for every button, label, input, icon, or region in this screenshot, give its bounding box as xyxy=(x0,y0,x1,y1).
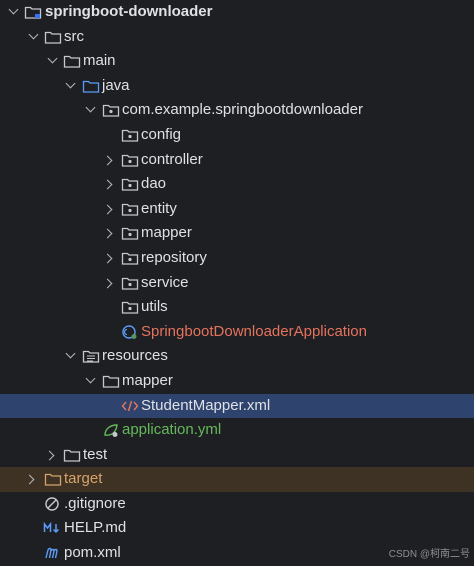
tree-node-utils[interactable]: utils xyxy=(0,295,474,320)
chevron-down-icon[interactable] xyxy=(65,348,76,359)
chevron-right-icon[interactable] xyxy=(102,155,113,166)
tree-node-label: controller xyxy=(141,150,203,168)
chevron-right-icon[interactable] xyxy=(24,474,35,485)
tree-node-label: service xyxy=(141,273,189,291)
tree-node-label: entity xyxy=(141,199,177,217)
tree-node-java[interactable]: java xyxy=(0,74,474,99)
folder-icon xyxy=(63,53,81,69)
source-root-folder-icon xyxy=(82,78,100,94)
tree-node-label: mapper xyxy=(122,371,173,389)
chevron-down-icon[interactable] xyxy=(85,373,96,384)
resources-folder-icon xyxy=(82,348,100,364)
tree-node-label: com.example.springbootdownloader xyxy=(122,101,363,119)
tree-node-label: utils xyxy=(141,298,168,316)
chevron-down-icon[interactable] xyxy=(65,78,76,89)
tree-node-label: SpringbootDownloaderApplication xyxy=(141,322,367,340)
chevron-right-icon[interactable] xyxy=(102,179,113,190)
tree-node-application-yml[interactable]: application.yml xyxy=(0,418,474,443)
tree-node-label: test xyxy=(83,445,108,463)
tree-node-entity[interactable]: entity xyxy=(0,197,474,222)
tree-node-application-class[interactable]: SpringbootDownloaderApplication xyxy=(0,320,474,345)
folder-icon xyxy=(44,29,62,45)
tree-node-help-md[interactable]: HELP.md xyxy=(0,516,474,541)
tree-node-label: mapper xyxy=(141,224,192,242)
package-icon xyxy=(121,225,139,241)
package-icon xyxy=(121,127,139,143)
chevron-right-icon[interactable] xyxy=(102,204,113,215)
tree-node-package[interactable]: com.example.springbootdownloader xyxy=(0,98,474,123)
package-icon xyxy=(121,176,139,192)
maven-file-icon xyxy=(44,545,62,561)
tree-node-gitignore[interactable]: .gitignore xyxy=(0,492,474,517)
tree-node-label: HELP.md xyxy=(64,519,127,537)
tree-node-main[interactable]: main xyxy=(0,49,474,74)
tree-node-service[interactable]: service xyxy=(0,271,474,296)
folder-icon xyxy=(63,447,81,463)
tree-node-resources[interactable]: resources xyxy=(0,344,474,369)
tree-node-src[interactable]: src xyxy=(0,25,474,50)
tree-node-label: java xyxy=(102,76,130,94)
tree-node-dao[interactable]: dao xyxy=(0,172,474,197)
tree-node-label: springboot-downloader xyxy=(45,3,213,20)
package-icon xyxy=(121,299,139,315)
tree-node-label: dao xyxy=(141,175,167,193)
chevron-down-icon[interactable] xyxy=(85,102,96,113)
tree-node-label: StudentMapper.xml xyxy=(141,396,271,414)
package-icon xyxy=(121,201,139,217)
chevron-right-icon[interactable] xyxy=(102,253,113,264)
tree-node-repository[interactable]: repository xyxy=(0,246,474,271)
chevron-right-icon[interactable] xyxy=(44,450,55,461)
excluded-folder-icon xyxy=(44,471,62,487)
xml-file-icon xyxy=(121,398,139,414)
tree-node-label: .gitignore xyxy=(64,494,126,512)
ignore-file-icon xyxy=(44,496,62,512)
tree-node-mapper[interactable]: mapper xyxy=(0,221,474,246)
tree-node-resources-mapper[interactable]: mapper xyxy=(0,369,474,394)
chevron-right-icon[interactable] xyxy=(102,228,113,239)
package-icon xyxy=(102,102,120,118)
package-icon xyxy=(121,152,139,168)
tree-node-label: repository xyxy=(141,248,207,266)
spring-boot-class-icon xyxy=(121,324,139,340)
tree-node-student-mapper[interactable]: StudentMapper.xml xyxy=(0,393,474,419)
chevron-down-icon[interactable] xyxy=(28,29,39,40)
tree-node-controller[interactable]: controller xyxy=(0,148,474,173)
tree-node-label: src xyxy=(64,27,84,45)
tree-node-label: target xyxy=(64,470,103,488)
module-folder-icon xyxy=(24,4,42,20)
markdown-file-icon xyxy=(43,520,61,536)
yaml-config-icon xyxy=(102,422,120,438)
package-icon xyxy=(121,275,139,291)
tree-node-root[interactable]: springboot-downloader xyxy=(0,0,474,25)
tree-node-label: config xyxy=(141,125,182,143)
watermark: CSDN @柯南二号 xyxy=(388,549,470,560)
chevron-right-icon[interactable] xyxy=(102,278,113,288)
tree-node-label: application.yml xyxy=(122,421,222,439)
folder-icon xyxy=(102,373,120,389)
chevron-down-icon[interactable] xyxy=(47,53,58,64)
package-icon xyxy=(121,250,139,266)
chevron-down-icon[interactable] xyxy=(8,4,19,15)
tree-node-test[interactable]: test xyxy=(0,443,474,468)
tree-node-target[interactable]: target xyxy=(0,467,474,492)
tree-node-label: resources xyxy=(102,347,168,365)
tree-node-config[interactable]: config xyxy=(0,123,474,148)
project-tree: springboot-downloader src main java com.… xyxy=(0,0,474,566)
tree-node-label: main xyxy=(83,52,116,70)
